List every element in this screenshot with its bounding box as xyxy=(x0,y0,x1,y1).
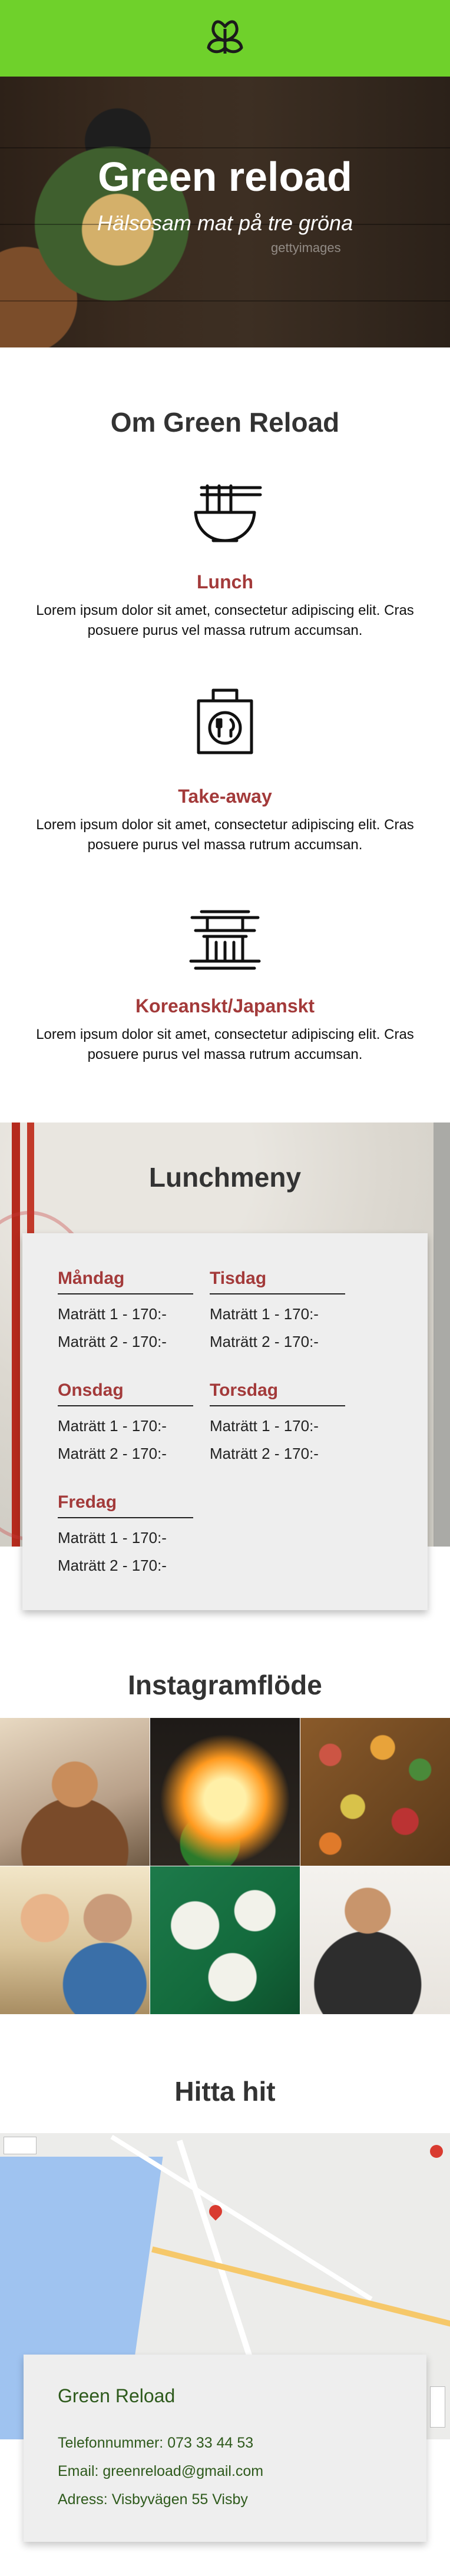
contact-name: Green Reload xyxy=(58,2385,176,2406)
map-zoom-control[interactable] xyxy=(430,2386,445,2428)
about-title: Om Green Reload xyxy=(110,407,340,438)
contact-phone: Telefonnummer: 073 33 44 53 xyxy=(58,2435,254,2451)
instagram-photo[interactable] xyxy=(150,1866,300,2014)
instagram-photo[interactable] xyxy=(0,1866,150,2014)
instagram-photo[interactable] xyxy=(300,1718,450,1866)
dish-item: Maträtt 2 - 170:- xyxy=(58,1333,167,1350)
instagram-photo[interactable] xyxy=(300,1866,450,2014)
instagram-photo[interactable] xyxy=(0,1718,150,1866)
feature-title-korean: Koreanskt/Japanskt xyxy=(135,995,315,1017)
day-tuesday: Tisdag Maträtt 1 - 170:- Maträtt 2 - 170… xyxy=(210,1269,345,1351)
dish-item: Maträtt 2 - 170:- xyxy=(58,1557,167,1574)
feature-title-takeaway: Take-away xyxy=(178,786,272,807)
instagram-grid xyxy=(0,1718,450,2014)
watermark: gettyimages xyxy=(271,240,341,255)
day-thursday: Torsdag Maträtt 1 - 170:- Maträtt 2 - 17… xyxy=(210,1380,345,1463)
takeaway-bag-icon xyxy=(197,688,253,754)
feature-text-takeaway: Lorem ipsum dolor sit amet, consectetur … xyxy=(36,817,414,853)
map-account-icon[interactable] xyxy=(430,2145,443,2158)
find-title: Hitta hit xyxy=(174,2076,276,2107)
dish-item: Maträtt 2 - 170:- xyxy=(58,1445,167,1462)
noodle-bowl-icon xyxy=(194,484,262,542)
dish-item: Maträtt 2 - 170:- xyxy=(210,1445,319,1462)
day-friday: Fredag Maträtt 1 - 170:- Maträtt 2 - 170… xyxy=(58,1492,193,1575)
day-name: Torsdag xyxy=(210,1380,345,1406)
feature-text-lunch: Lorem ipsum dolor sit amet, consectetur … xyxy=(36,602,414,638)
hero-subtitle: Hälsosam mat på tre gröna xyxy=(97,211,353,235)
top-header xyxy=(0,0,450,77)
lunch-menu-card: Måndag Maträtt 1 - 170:- Maträtt 2 - 170… xyxy=(22,1233,428,1610)
dish-item: Maträtt 1 - 170:- xyxy=(210,1417,319,1435)
dish-item: Maträtt 2 - 170:- xyxy=(210,1333,319,1350)
dish-item: Maträtt 1 - 170:- xyxy=(210,1305,319,1323)
instagram-title: Instagramflöde xyxy=(128,1670,322,1700)
dish-item: Maträtt 1 - 170:- xyxy=(58,1417,167,1435)
day-name: Onsdag xyxy=(58,1380,193,1406)
day-name: Tisdag xyxy=(210,1269,345,1294)
instagram-photo[interactable] xyxy=(150,1718,300,1866)
lunch-title: Lunchmeny xyxy=(148,1162,302,1193)
hero-title: Green reload xyxy=(98,154,352,200)
feature-title-lunch: Lunch xyxy=(197,571,253,592)
feature-text-korean: Lorem ipsum dolor sit amet, consectetur … xyxy=(36,1027,414,1062)
map-type-control[interactable] xyxy=(4,2137,37,2154)
dish-item: Maträtt 1 - 170:- xyxy=(58,1529,167,1547)
day-name: Fredag xyxy=(58,1492,193,1518)
leaf-logo-icon[interactable] xyxy=(201,15,249,62)
day-name: Måndag xyxy=(58,1269,193,1294)
day-wednesday: Onsdag Maträtt 1 - 170:- Maträtt 2 - 170… xyxy=(58,1380,193,1463)
contact-address: Adress: Visbyvägen 55 Visby xyxy=(58,2491,248,2508)
contact-card: Green Reload Telefonnummer: 073 33 44 53… xyxy=(24,2355,426,2542)
hero-banner: Green reload Hälsosam mat på tre gröna g… xyxy=(0,77,450,347)
pagoda-icon xyxy=(189,910,261,970)
day-monday: Måndag Maträtt 1 - 170:- Maträtt 2 - 170… xyxy=(58,1269,193,1351)
dish-item: Maträtt 1 - 170:- xyxy=(58,1305,167,1323)
contact-email[interactable]: Email: greenreload@gmail.com xyxy=(58,2463,263,2480)
